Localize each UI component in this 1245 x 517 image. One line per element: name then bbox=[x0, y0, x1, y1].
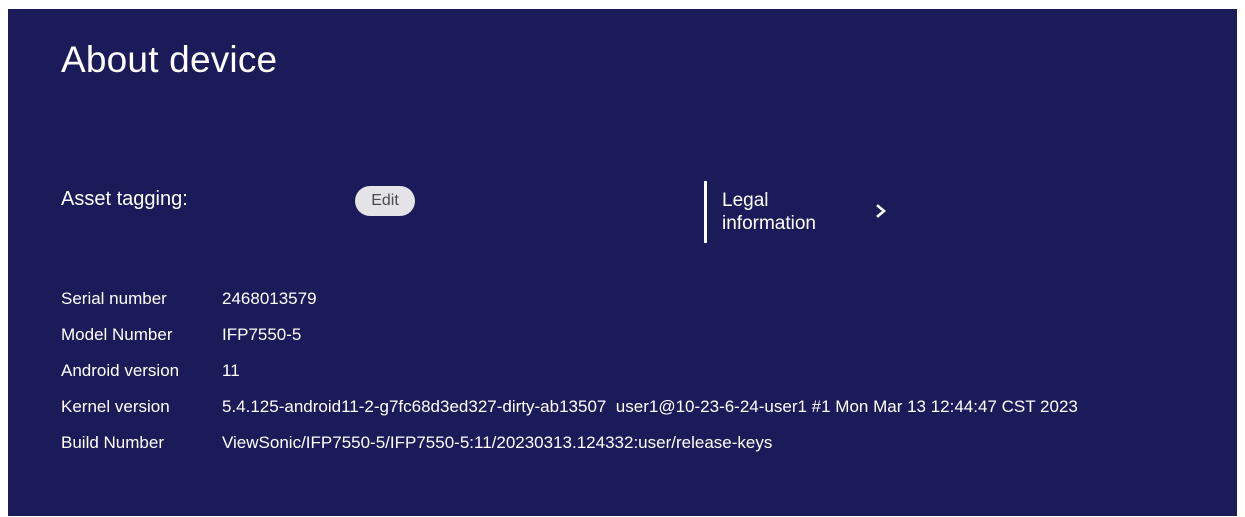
build-number-label: Build Number bbox=[61, 433, 164, 452]
legal-information-link[interactable]: Legal information bbox=[704, 181, 904, 243]
android-version-value: 11 bbox=[222, 361, 240, 380]
kernel-version-value: 5.4.125-android11-2-g7fc68d3ed327-dirty-… bbox=[222, 397, 1078, 416]
legal-divider bbox=[704, 181, 707, 243]
legal-label-line1: Legal bbox=[722, 190, 769, 211]
serial-number-label: Serial number bbox=[61, 289, 167, 308]
legal-information-label: Legal information bbox=[722, 189, 842, 235]
android-version-label: Android version bbox=[61, 361, 180, 380]
build-number-value: ViewSonic/IFP7550-5/IFP7550-5:11/2023031… bbox=[222, 433, 773, 452]
serial-number-value: 2468013579 bbox=[222, 289, 317, 308]
chevron-right-icon bbox=[876, 204, 887, 218]
asset-tagging-label: Asset tagging: bbox=[61, 188, 188, 210]
about-device-panel: About device Asset tagging: Edit Legal i… bbox=[8, 9, 1237, 516]
legal-label-line2: information bbox=[722, 213, 816, 234]
edit-button[interactable]: Edit bbox=[355, 186, 415, 216]
kernel-version-label: Kernel version bbox=[61, 397, 170, 416]
page-title: About device bbox=[61, 39, 278, 80]
model-number-label: Model Number bbox=[61, 325, 173, 344]
model-number-value: IFP7550-5 bbox=[222, 325, 302, 344]
